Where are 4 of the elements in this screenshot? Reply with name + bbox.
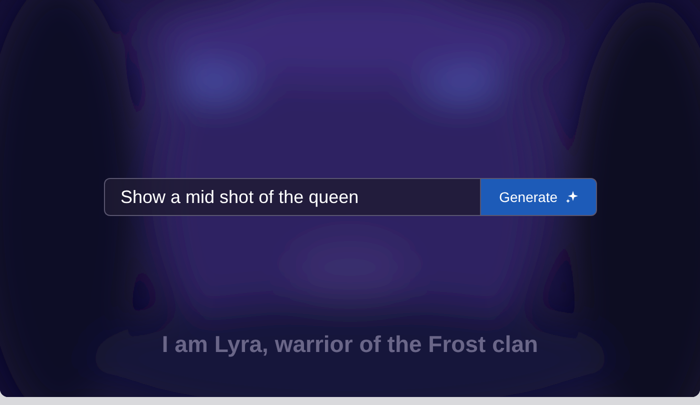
caption: I am Lyra, warrior of the Frost clan — [162, 330, 538, 359]
prompt-field[interactable]: Show a mid shot of the queen — [104, 178, 480, 216]
generate-button[interactable]: Generate — [480, 178, 596, 216]
sparkle-icon — [566, 191, 578, 203]
